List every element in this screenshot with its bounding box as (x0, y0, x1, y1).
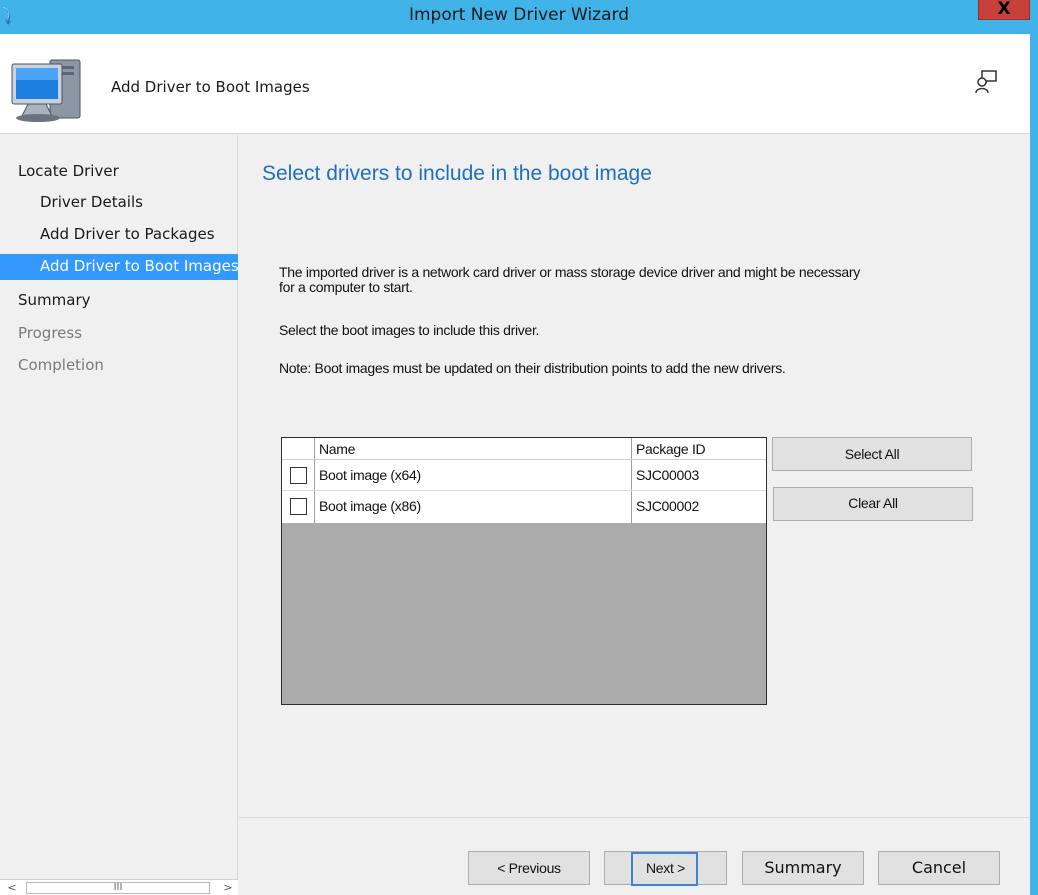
table-row[interactable]: Boot image (x86) SJC00002 (282, 491, 766, 523)
scroll-left-arrow-icon[interactable]: < (4, 881, 20, 895)
instruction-text: Select the boot images to include this d… (279, 322, 540, 338)
scroll-thumb[interactable]: III (26, 882, 210, 894)
wizard-header: Add Driver to Boot Images (0, 34, 1030, 134)
wizard-window: Add Driver to Boot Images Locate Driver … (0, 34, 1030, 895)
window-title: Import New Driver Wizard (408, 5, 629, 25)
wizard-content: Select drivers to include in the boot im… (239, 135, 1030, 895)
row-checkbox-cell (282, 460, 315, 490)
row-package-id-cell: SJC00003 (636, 467, 699, 483)
nav-step-add-driver-to-packages[interactable]: Add Driver to Packages (0, 222, 238, 248)
row-checkbox[interactable] (290, 498, 307, 515)
description-text: The imported driver is a network card dr… (279, 265, 999, 295)
page-title: Select drivers to include in the boot im… (262, 162, 652, 185)
row-name-cell: Boot image (x64) (315, 460, 632, 490)
close-icon: X (997, 0, 1011, 19)
nav-step-completion: Completion (18, 356, 104, 374)
scroll-right-arrow-icon[interactable]: > (220, 881, 236, 895)
computer-icon (11, 59, 81, 122)
next-button[interactable]: Next > (604, 851, 727, 886)
nav-step-locate-driver[interactable]: Locate Driver (0, 159, 238, 185)
boot-images-grid[interactable]: Name Package ID Boot image (x64) SJC0000… (281, 437, 767, 705)
help-person-icon[interactable] (975, 70, 997, 94)
previous-button[interactable]: < Previous (468, 851, 590, 885)
nav-step-driver-details[interactable]: Driver Details (0, 190, 238, 216)
nav-step-summary[interactable]: Summary (0, 288, 238, 314)
clear-all-button[interactable]: Clear All (773, 487, 973, 521)
note-text: Note: Boot images must be updated on the… (279, 360, 786, 376)
close-button[interactable]: X (978, 0, 1030, 20)
header-title: Add Driver to Boot Images (111, 78, 310, 96)
description-line-2: for a computer to start. (279, 279, 413, 295)
footer-divider (239, 817, 1030, 818)
title-bar: Import New Driver Wizard X (0, 0, 1038, 34)
select-all-button[interactable]: Select All (772, 437, 972, 471)
wizard-steps-nav: Locate Driver Driver Details Add Driver … (0, 135, 238, 879)
description-line-1: The imported driver is a network card dr… (279, 264, 860, 280)
row-checkbox[interactable] (290, 467, 307, 484)
row-package-id-cell: SJC00002 (636, 498, 699, 514)
nav-horizontal-scrollbar[interactable]: < III > (0, 879, 238, 895)
grid-header-row: Name Package ID (282, 438, 766, 460)
nav-step-progress: Progress (18, 324, 83, 342)
table-row[interactable]: Boot image (x64) SJC00003 (282, 460, 766, 491)
grid-header-checkbox-column (282, 438, 315, 459)
summary-button[interactable]: Summary (742, 851, 864, 885)
nav-step-add-driver-to-boot-images[interactable]: Add Driver to Boot Images (0, 254, 238, 280)
next-button-label: Next > (645, 860, 686, 876)
column-header-name[interactable]: Name (315, 438, 632, 459)
cancel-button[interactable]: Cancel (878, 851, 1000, 885)
row-checkbox-cell (282, 491, 315, 523)
column-header-package-id[interactable]: Package ID (632, 438, 766, 459)
row-name-cell: Boot image (x86) (315, 491, 632, 523)
